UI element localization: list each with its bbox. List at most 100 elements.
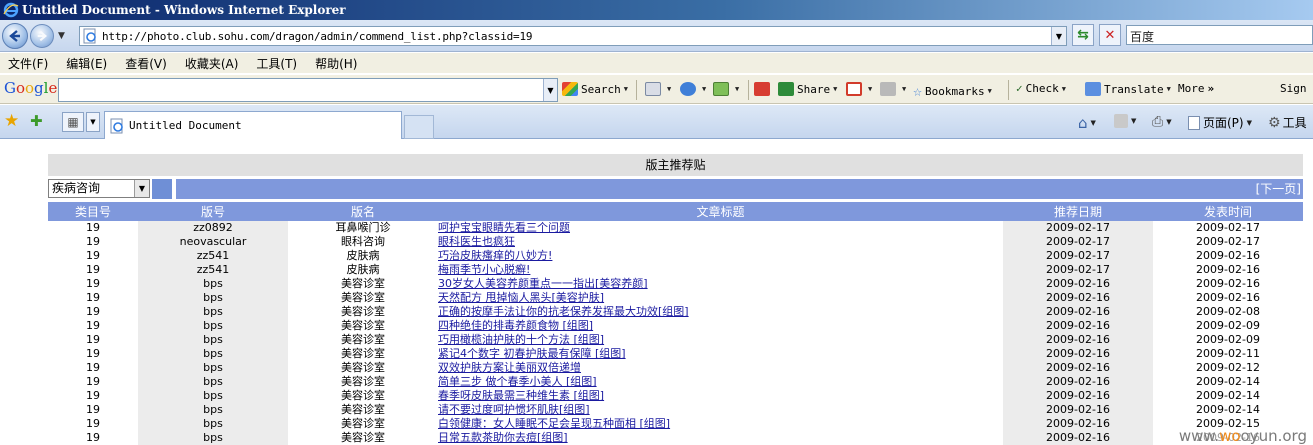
cell-post-date: 2009-02-11 bbox=[1153, 347, 1303, 361]
cell-post-date: 2009-02-12 bbox=[1153, 361, 1303, 375]
plus-one-icon bbox=[754, 82, 770, 96]
cell-board-id: bps bbox=[138, 417, 288, 431]
address-bar[interactable]: http://photo.club.sohu.com/dragon/admin/… bbox=[79, 26, 1067, 46]
page-menu-button[interactable]: 页面(P) ▼ bbox=[1188, 114, 1252, 131]
menu-view[interactable]: 查看(V) bbox=[125, 55, 167, 72]
google-plus-button[interactable] bbox=[754, 82, 773, 96]
translate-button[interactable]: Translate ▼ bbox=[1085, 82, 1171, 96]
article-title-link[interactable]: 双效护肤方案让美丽双倍递增 bbox=[438, 361, 581, 374]
quick-tabs-button[interactable]: ▦ bbox=[62, 112, 84, 132]
menu-tools[interactable]: 工具(T) bbox=[256, 55, 297, 72]
address-dropdown[interactable]: ▼ bbox=[1051, 27, 1066, 45]
category-select-dropdown[interactable]: ▼ bbox=[134, 180, 149, 197]
cell-post-date: 2009-02-16 bbox=[1153, 277, 1303, 291]
menu-help[interactable]: 帮助(H) bbox=[315, 55, 357, 72]
cell-category: 19 bbox=[48, 375, 138, 389]
article-title-link[interactable]: 请不要过度呵护惯坏肌肤[组图] bbox=[438, 403, 590, 416]
pagerank-button[interactable]: ▼ bbox=[645, 82, 671, 96]
tab-row: ★ ✚ ▦ ▼ Untitled Document ⌂ ▼ ▼ ⎙ ▼ 页面(P) ▼… bbox=[0, 105, 1313, 139]
article-title-link[interactable]: 天然配方 甩掉恼人黑头[美容护肤] bbox=[438, 291, 604, 304]
recent-pages-dropdown[interactable]: ▼ bbox=[58, 31, 65, 41]
article-title-link[interactable]: 春季呀皮肤最需三种维生素 [组图] bbox=[438, 389, 604, 402]
article-title-link[interactable]: 紧记4个数字 初春护肤最有保障 [组图] bbox=[438, 347, 626, 360]
cell-category: 19 bbox=[48, 403, 138, 417]
tab-untitled-document[interactable]: Untitled Document bbox=[104, 111, 402, 139]
article-title-link[interactable]: 巧用橄榄油护肤的十个方法 [组图] bbox=[438, 333, 604, 346]
table-row: 19 zz0892 耳鼻喉门诊 呵护宝宝眼睛先看三个问题 2009-02-17 2009-… bbox=[48, 221, 1303, 235]
sign-in-button[interactable]: Sign bbox=[1280, 82, 1307, 95]
cell-board-name: 美容诊室 bbox=[288, 431, 438, 445]
article-title-link[interactable]: 梅雨季节小心脱癣! bbox=[438, 263, 530, 276]
refresh-button[interactable]: ⇆ bbox=[1072, 24, 1094, 46]
home-button[interactable]: ⌂ ▼ bbox=[1078, 114, 1096, 132]
menu-favorites[interactable]: 收藏夹(A) bbox=[185, 55, 239, 72]
menu-edit[interactable]: 编辑(E) bbox=[66, 55, 107, 72]
favorites-star-icon[interactable]: ★ bbox=[4, 112, 22, 130]
window-title: Untitled Document - Windows Internet Exp… bbox=[22, 3, 346, 17]
google-search-dropdown[interactable]: ▼ bbox=[543, 79, 557, 101]
bookmarks-button[interactable]: ☆ Bookmarks ▼ bbox=[913, 82, 992, 100]
cell-board-name: 美容诊室 bbox=[288, 333, 438, 347]
cell-board-name: 美容诊室 bbox=[288, 347, 438, 361]
check-icon: ✓ bbox=[1016, 82, 1023, 95]
spellcheck-button[interactable]: ✓ Check ▼ bbox=[1016, 82, 1066, 95]
cell-recommend-date: 2009-02-16 bbox=[1003, 291, 1153, 305]
new-tab-button[interactable] bbox=[404, 115, 434, 139]
google-g-icon bbox=[562, 82, 578, 96]
cell-board-id: bps bbox=[138, 375, 288, 389]
next-page-link[interactable]: [下一页] bbox=[1256, 182, 1301, 196]
popup-blocker-button[interactable]: ▼ bbox=[846, 82, 872, 96]
cell-board-id: bps bbox=[138, 291, 288, 305]
article-title-link[interactable]: 正确的按摩手法让你的抗老保养发挥最大功效[组图] bbox=[438, 305, 689, 318]
back-button[interactable] bbox=[2, 23, 28, 49]
category-select[interactable]: 疾病咨询 ▼ bbox=[48, 179, 150, 198]
article-title-link[interactable]: 简单三步 做个春季小美人 [组图] bbox=[438, 375, 597, 388]
article-title-link[interactable]: 眼科医生也疯狂 bbox=[438, 235, 515, 248]
cell-post-date: 2009-02-08 bbox=[1153, 305, 1303, 319]
table-row: 19 bps 美容诊室 正确的按摩手法让你的抗老保养发挥最大功效[组图] 2009-02… bbox=[48, 305, 1303, 319]
tab-list-dropdown[interactable]: ▼ bbox=[86, 112, 100, 132]
cell-title: 呵护宝宝眼睛先看三个问题 bbox=[438, 221, 1003, 235]
cell-board-id: bps bbox=[138, 403, 288, 417]
check-label: Check bbox=[1025, 82, 1059, 95]
article-title-link[interactable]: 四种绝佳的排毒养颜食物 [组图] bbox=[438, 319, 593, 332]
article-title-link[interactable]: 巧治皮肤瘙痒的八妙方! bbox=[438, 249, 552, 262]
printer-icon: ⎙ bbox=[1152, 114, 1164, 130]
add-favorites-icon[interactable]: ✚ bbox=[30, 112, 48, 130]
feeds-button[interactable]: ▼ bbox=[1114, 114, 1136, 128]
autofill-button[interactable]: ▼ bbox=[880, 82, 906, 96]
cell-title: 天然配方 甩掉恼人黑头[美容护肤] bbox=[438, 291, 1003, 305]
more-button[interactable]: More » bbox=[1178, 82, 1214, 95]
article-title-link[interactable]: 30岁女人美容养颜重点一一指出[美容养颜] bbox=[438, 277, 648, 290]
google-search-button[interactable]: Search ▼ bbox=[562, 82, 628, 96]
table-row: 19 bps 美容诊室 白领健康：女人睡眠不足会呈现五种面相 [组图] 2009-02-… bbox=[48, 417, 1303, 431]
forward-button[interactable] bbox=[30, 24, 54, 48]
article-title-link[interactable]: 白领健康：女人睡眠不足会呈现五种面相 [组图] bbox=[438, 417, 670, 430]
cell-board-name: 眼科咨询 bbox=[288, 235, 438, 249]
bookmarks-label: Bookmarks bbox=[925, 84, 985, 98]
tools-menu-button[interactable]: ⚙ 工具 bbox=[1268, 114, 1307, 131]
cell-post-date: 2009-02-14 bbox=[1153, 375, 1303, 389]
cell-board-id: bps bbox=[138, 319, 288, 333]
cell-category: 19 bbox=[48, 347, 138, 361]
google-search-input[interactable]: ▼ bbox=[58, 78, 558, 102]
search-input[interactable]: 百度 bbox=[1126, 25, 1313, 45]
cell-category: 19 bbox=[48, 389, 138, 403]
cell-title: 请不要过度呵护惯坏肌肤[组图] bbox=[438, 403, 1003, 417]
column-header-post-date: 发表时间 bbox=[1153, 202, 1303, 221]
print-button[interactable]: ⎙ ▼ bbox=[1152, 114, 1172, 130]
translate-label: Translate bbox=[1104, 82, 1164, 96]
menu-file[interactable]: 文件(F) bbox=[8, 55, 48, 72]
plus-button[interactable]: ▼ bbox=[680, 82, 706, 96]
article-title-link[interactable]: 呵护宝宝眼睛先看三个问题 bbox=[438, 221, 570, 234]
share-button[interactable]: Share ▼ bbox=[778, 82, 837, 96]
article-title-link[interactable]: 日常五款茶助你去痘[组图] bbox=[438, 431, 568, 444]
table-header-row: 类目号 版号 版名 文章标题 推荐日期 发表时间 bbox=[48, 202, 1303, 221]
stop-button[interactable]: ✕ bbox=[1099, 24, 1121, 46]
star-icon: ☆ bbox=[913, 82, 923, 100]
cell-board-id: bps bbox=[138, 389, 288, 403]
cell-board-name: 美容诊室 bbox=[288, 361, 438, 375]
column-header-recommend-date: 推荐日期 bbox=[1003, 202, 1153, 221]
table-row: 19 bps 美容诊室 紧记4个数字 初春护肤最有保障 [组图] 2009-02-16 2… bbox=[48, 347, 1303, 361]
mail-button[interactable]: ▼ bbox=[713, 82, 739, 96]
